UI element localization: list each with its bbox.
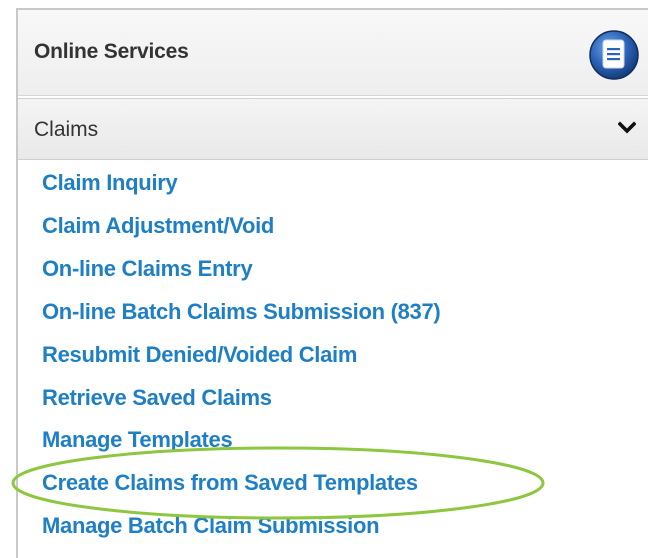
- claims-section-header[interactable]: Claims: [18, 98, 648, 160]
- online-services-panel: Online Services Claims Claim Inquiry Cla…: [16, 8, 648, 558]
- document-icon: [589, 30, 639, 80]
- link-online-claims-entry[interactable]: On-line Claims Entry: [42, 254, 253, 284]
- link-claim-inquiry[interactable]: Claim Inquiry: [42, 168, 178, 198]
- link-claim-adjustment-void[interactable]: Claim Adjustment/Void: [42, 211, 274, 241]
- panel-header: Online Services: [18, 10, 648, 96]
- link-online-batch-claims-submission[interactable]: On-line Batch Claims Submission (837): [42, 297, 441, 327]
- link-manage-batch-claim-submission[interactable]: Manage Batch Claim Submission: [42, 511, 380, 541]
- link-resubmit-denied-voided-claim[interactable]: Resubmit Denied/Voided Claim: [42, 340, 357, 370]
- chevron-down-icon[interactable]: [618, 121, 636, 135]
- link-create-claims-from-saved-templates[interactable]: Create Claims from Saved Templates: [42, 468, 418, 498]
- link-retrieve-saved-claims[interactable]: Retrieve Saved Claims: [42, 383, 272, 413]
- panel-title: Online Services: [34, 40, 189, 63]
- section-title: Claims: [34, 118, 99, 141]
- link-manage-templates[interactable]: Manage Templates: [42, 425, 233, 455]
